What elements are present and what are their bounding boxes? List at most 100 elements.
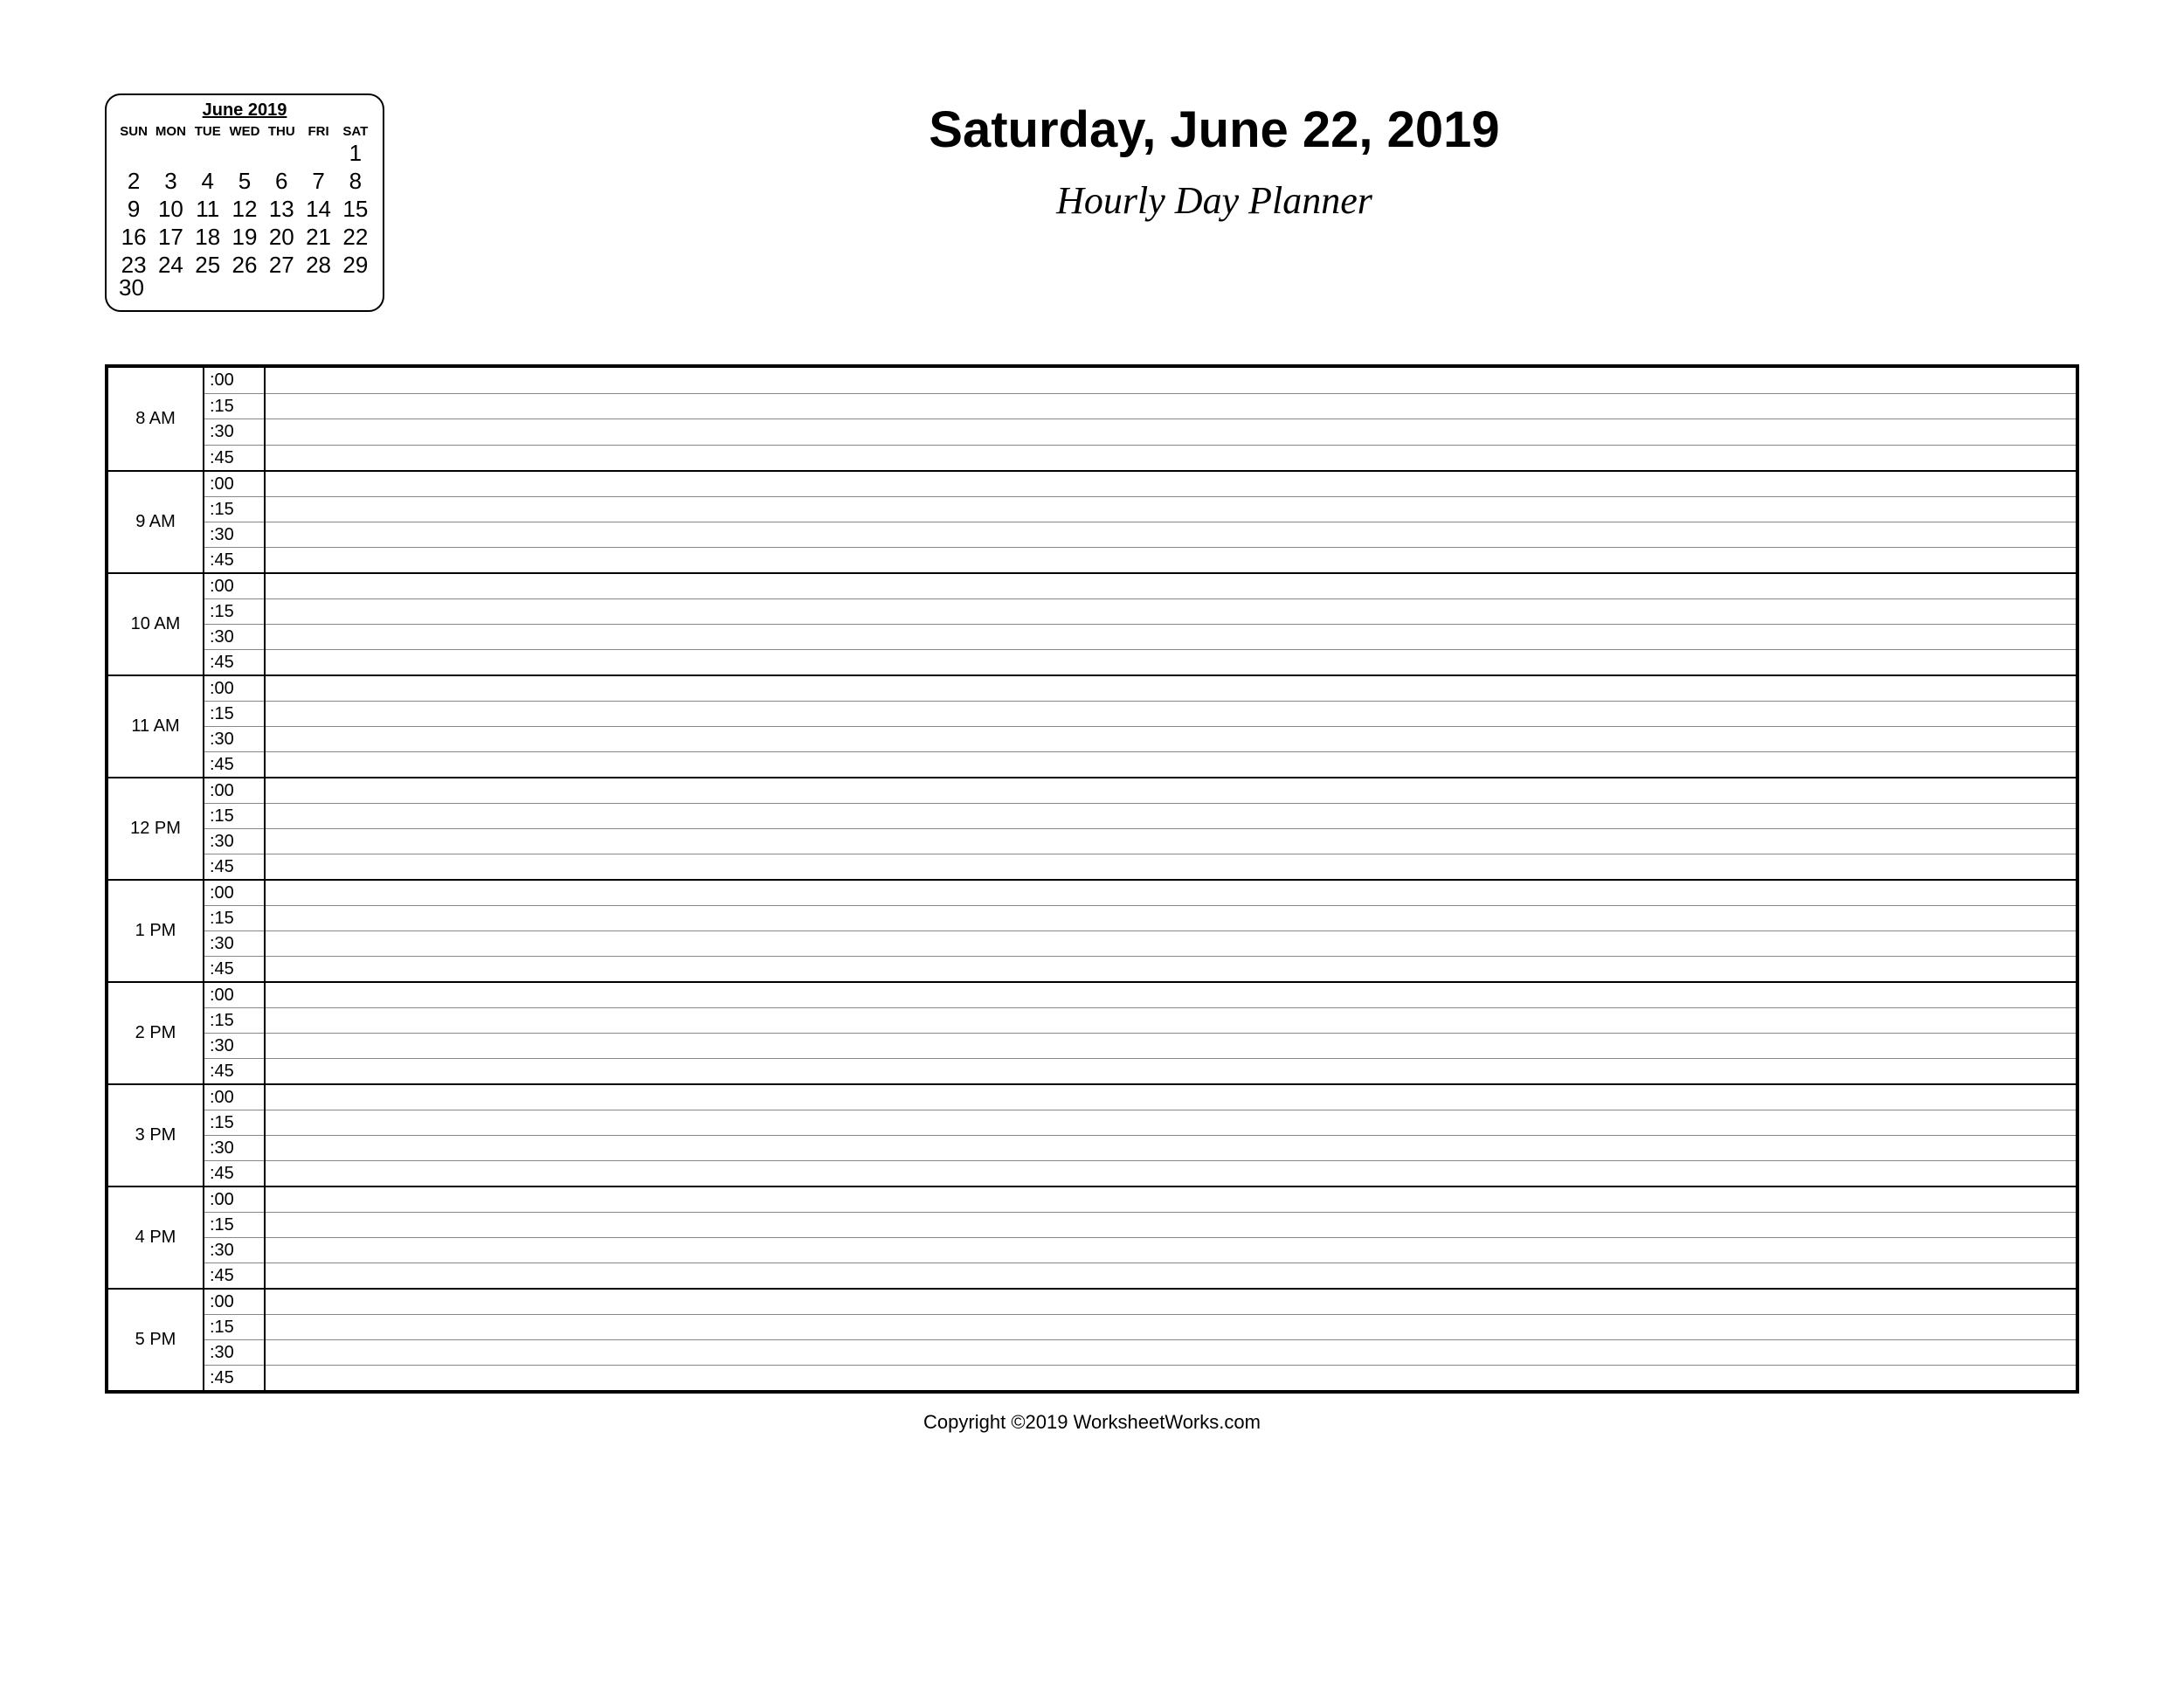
hour-label: 2 PM (108, 983, 204, 1083)
entry-slot[interactable] (266, 881, 2076, 905)
mini-cal-day (190, 141, 226, 167)
mini-cal-day (115, 141, 152, 167)
minute-label: :45 (204, 1263, 264, 1288)
mini-cal-day (226, 141, 263, 167)
minutes-column: :00:15:30:45 (204, 574, 266, 675)
minute-label: :15 (204, 393, 264, 419)
entry-slot[interactable] (266, 1237, 2076, 1263)
minute-label: :45 (204, 751, 264, 777)
entry-slot[interactable] (266, 1058, 2076, 1083)
entry-slot[interactable] (266, 472, 2076, 496)
mini-cal-day: 8 (337, 169, 374, 195)
minute-label: :15 (204, 598, 264, 624)
hour-block: 12 PM:00:15:30:45 (108, 777, 2076, 879)
minute-label: :30 (204, 1237, 264, 1263)
entry-slot[interactable] (266, 624, 2076, 649)
entry-slot[interactable] (266, 854, 2076, 879)
header-row: June 2019 SUNMONTUEWEDTHUFRISAT123456789… (105, 100, 2079, 312)
minute-label: :15 (204, 1314, 264, 1339)
hour-block: 3 PM:00:15:30:45 (108, 1083, 2076, 1186)
entry-slot[interactable] (266, 1212, 2076, 1237)
minute-label: :15 (204, 905, 264, 930)
mini-cal-day: 2 (115, 169, 152, 195)
entry-slot[interactable] (266, 547, 2076, 572)
entry-slot[interactable] (266, 1187, 2076, 1212)
entry-slot[interactable] (266, 1033, 2076, 1058)
entry-slot[interactable] (266, 1110, 2076, 1135)
mini-cal-day: 5 (226, 169, 263, 195)
entry-slot[interactable] (266, 419, 2076, 445)
entry-slot[interactable] (266, 445, 2076, 471)
entry-slot[interactable] (266, 726, 2076, 751)
entry-slot[interactable] (266, 1085, 2076, 1110)
mini-cal-day: 20 (263, 225, 300, 251)
entry-lines (266, 676, 2076, 777)
entry-slot[interactable] (266, 956, 2076, 981)
entry-slot[interactable] (266, 522, 2076, 547)
entry-slot[interactable] (266, 649, 2076, 675)
entry-slot[interactable] (266, 676, 2076, 701)
mini-cal-day: 4 (190, 169, 226, 195)
minute-label: :45 (204, 1365, 264, 1390)
mini-cal-day: 26 (226, 253, 263, 279)
mini-cal-day: 19 (226, 225, 263, 251)
entry-lines (266, 574, 2076, 675)
mini-cal-dow: WED (226, 124, 263, 139)
entry-slot[interactable] (266, 1314, 2076, 1339)
hour-label: 5 PM (108, 1290, 204, 1390)
mini-cal-day: 6 (263, 169, 300, 195)
footer-copyright: Copyright ©2019 WorksheetWorks.com (105, 1411, 2079, 1434)
hour-block: 2 PM:00:15:30:45 (108, 981, 2076, 1083)
entry-slot[interactable] (266, 496, 2076, 522)
entry-slot[interactable] (266, 751, 2076, 777)
mini-cal-dow: SAT (337, 124, 374, 139)
minute-label: :00 (204, 1187, 264, 1212)
entry-slot[interactable] (266, 828, 2076, 854)
entry-slot[interactable] (266, 778, 2076, 803)
entry-slot[interactable] (266, 393, 2076, 419)
minute-label: :15 (204, 496, 264, 522)
mini-cal-day: 29 (337, 253, 374, 279)
title-block: Saturday, June 22, 2019 Hourly Day Plann… (384, 100, 2079, 223)
entry-slot[interactable] (266, 1007, 2076, 1033)
entry-slot[interactable] (266, 803, 2076, 828)
entry-slot[interactable] (266, 1339, 2076, 1365)
entry-slot[interactable] (266, 1290, 2076, 1314)
entry-slot[interactable] (266, 368, 2076, 393)
minute-label: :30 (204, 1033, 264, 1058)
entry-lines (266, 881, 2076, 981)
entry-slot[interactable] (266, 1263, 2076, 1288)
entry-slot[interactable] (266, 1365, 2076, 1390)
mini-cal-day: 10 (152, 197, 189, 223)
entry-slot[interactable] (266, 905, 2076, 930)
mini-cal-dow: TUE (190, 124, 226, 139)
entry-slot[interactable] (266, 930, 2076, 956)
mini-cal-dow: MON (152, 124, 189, 139)
mini-cal-dow: SUN (115, 124, 152, 139)
hour-label: 9 AM (108, 472, 204, 572)
minute-label: :30 (204, 624, 264, 649)
mini-cal-day: 11 (190, 197, 226, 223)
entry-slot[interactable] (266, 701, 2076, 726)
mini-cal-day (263, 141, 300, 167)
hour-block: 1 PM:00:15:30:45 (108, 879, 2076, 981)
minute-label: :45 (204, 956, 264, 981)
minute-label: :00 (204, 1085, 264, 1110)
entry-lines (266, 1290, 2076, 1390)
mini-calendar-overflow: 30 (119, 274, 374, 301)
hour-label: 3 PM (108, 1085, 204, 1186)
entry-slot[interactable] (266, 1160, 2076, 1186)
minute-label: :45 (204, 547, 264, 572)
hour-label: 11 AM (108, 676, 204, 777)
entry-slot[interactable] (266, 598, 2076, 624)
mini-cal-day: 13 (263, 197, 300, 223)
mini-cal-day: 16 (115, 225, 152, 251)
minute-label: :00 (204, 1290, 264, 1314)
entry-slot[interactable] (266, 574, 2076, 598)
hour-block: 10 AM:00:15:30:45 (108, 572, 2076, 675)
page-container: June 2019 SUNMONTUEWEDTHUFRISAT123456789… (105, 100, 2079, 1434)
entry-slot[interactable] (266, 1135, 2076, 1160)
entry-slot[interactable] (266, 983, 2076, 1007)
mini-cal-day: 27 (263, 253, 300, 279)
mini-cal-day: 14 (300, 197, 336, 223)
